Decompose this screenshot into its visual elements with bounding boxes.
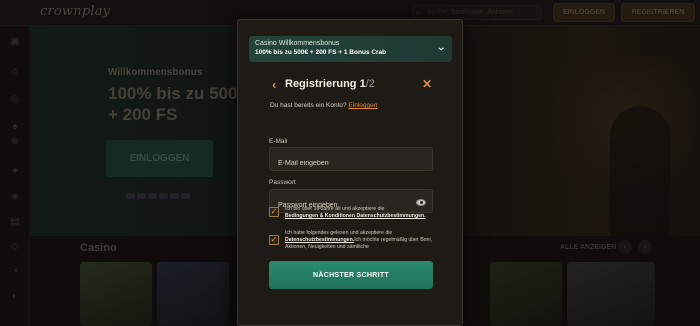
chevron-left-icon[interactable]: ‹ (272, 77, 276, 92)
privacy-link[interactable]: Datenschutzbestimmungen. (285, 237, 354, 243)
registration-modal: Casino Willkommensbonus 100% bis zu 500€… (237, 19, 463, 326)
close-icon[interactable]: ✕ (422, 77, 432, 91)
age-consent-text: Ich bin über 18 Jahre alt und akzeptiere… (285, 206, 435, 220)
modal-title: Registrierung 1/2 (285, 78, 375, 90)
age-consent-prefix: Ich bin über 18 Jahre alt und akzeptiere… (285, 206, 385, 212)
login-link[interactable]: Einloggen (348, 102, 377, 109)
check-icon: ✓ (270, 207, 278, 216)
email-label: E-Mail (269, 138, 288, 145)
marketing-consent-text: Ich habe folgendes gelesen und akzeptier… (285, 230, 435, 251)
login-prompt: Du hast bereits ein Konto? Einloggen (270, 102, 377, 109)
terms-link[interactable]: Bedingungen & Konditionen Datenschutzbes… (285, 213, 426, 219)
bonus-selector[interactable]: Casino Willkommensbonus 100% bis zu 500€… (249, 36, 452, 62)
check-icon: ✓ (270, 235, 278, 244)
password-label: Passwort (269, 179, 296, 186)
age-consent-checkbox[interactable]: ✓ (269, 207, 279, 217)
marketing-consent-prefix: Ich habe folgendes gelesen und akzeptier… (285, 230, 393, 236)
step-counter: /2 (365, 78, 375, 90)
modal-title-text: Registrierung 1 (285, 78, 366, 90)
login-prompt-text: Du hast bereits ein Konto? (270, 102, 347, 109)
email-field[interactable] (269, 147, 433, 171)
eye-icon[interactable] (416, 199, 426, 206)
chevron-down-icon[interactable]: ⌄ (435, 42, 446, 53)
marketing-consent-checkbox[interactable]: ✓ (269, 235, 279, 245)
bonus-title: Casino Willkommensbonus (255, 40, 340, 47)
next-step-button[interactable]: NÄCHSTER SCHRITT (269, 261, 433, 289)
bonus-subtitle: 100% bis zu 500€ + 200 FS + 1 Bonus Crab (255, 49, 387, 56)
